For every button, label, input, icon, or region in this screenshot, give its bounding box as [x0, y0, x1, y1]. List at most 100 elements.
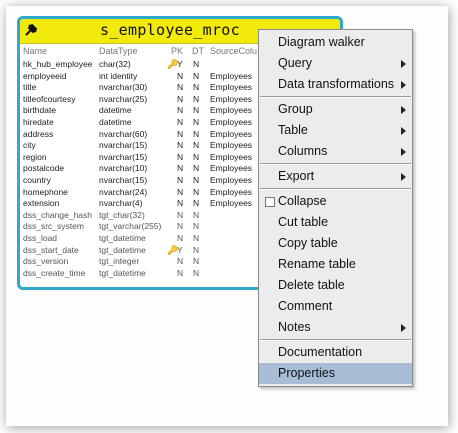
column-datatype: int identity — [99, 70, 138, 81]
menu-item-cut-table[interactable]: Cut table — [259, 212, 412, 233]
column-name: country — [23, 174, 51, 185]
column-dt: N — [193, 209, 200, 220]
checkbox-icon[interactable] — [265, 197, 275, 207]
menu-item-label: Documentation — [278, 345, 363, 359]
column-name: dss_start_date — [23, 244, 79, 255]
column-dt: N — [193, 232, 200, 243]
menu-item-label: Properties — [278, 366, 335, 380]
menu-item-columns[interactable]: Columns — [259, 141, 412, 162]
col-header-datatype: DataType — [99, 46, 138, 56]
column-datatype: tgt_datetime — [99, 267, 146, 278]
column-name: hk_hub_employee — [23, 59, 93, 69]
column-dt: N — [193, 267, 200, 278]
key-icon: 🔑 — [167, 59, 179, 69]
column-datatype: nvarchar(25) — [99, 93, 148, 104]
menu-item-label: Cut table — [278, 215, 329, 229]
column-datatype: datetime — [99, 116, 132, 127]
column-name: dss_version — [23, 256, 69, 267]
column-dt: N — [193, 93, 200, 104]
menu-item-comment[interactable]: Comment — [259, 296, 412, 317]
menu-item-notes[interactable]: Notes — [259, 317, 412, 338]
column-dt: N — [193, 70, 200, 81]
menu-item-label: Data transformations — [278, 77, 395, 91]
column-pk: N — [177, 93, 184, 104]
column-dt: N — [193, 256, 200, 267]
menu-item-group[interactable]: Group — [259, 99, 412, 120]
menu-item-label: Comment — [278, 299, 333, 313]
column-pk: N — [177, 209, 184, 220]
column-pk: N — [177, 174, 184, 185]
menu-item-documentation[interactable]: Documentation — [259, 342, 412, 363]
menu-item-label: Rename table — [278, 257, 356, 271]
menu-item-delete-table[interactable]: Delete table — [259, 275, 412, 296]
context-menu[interactable]: Diagram walker Query Data transformations G… — [258, 29, 413, 387]
column-name: city — [23, 140, 36, 151]
column-name: dss_create_time — [23, 267, 86, 278]
column-pk: N — [177, 232, 184, 243]
column-name: hiredate — [23, 116, 54, 127]
column-pk: Y — [177, 244, 183, 255]
column-dt: N — [193, 198, 200, 209]
menu-item-label: Diagram walker — [278, 35, 365, 49]
column-dt: N — [193, 163, 200, 174]
column-datatype: tgt_char(32) — [99, 209, 145, 220]
submenu-arrow-icon — [401, 324, 406, 332]
menu-item-properties[interactable]: Properties — [259, 363, 412, 384]
menu-item-label: Columns — [278, 144, 328, 158]
pin-icon[interactable] — [23, 22, 39, 38]
column-dt: N — [193, 186, 200, 197]
col-header-dt: DT — [192, 46, 204, 56]
column-name: employeeid — [23, 70, 67, 81]
column-name: address — [23, 128, 54, 139]
column-name: dss_src_system — [23, 221, 84, 232]
menu-separator — [260, 188, 411, 190]
menu-item-rename-table[interactable]: Rename table — [259, 254, 412, 275]
menu-separator — [260, 163, 411, 165]
column-datatype: nvarchar(4) — [99, 198, 143, 209]
column-name: titleofcourtesy — [23, 93, 76, 104]
column-dt: N — [193, 128, 200, 139]
menu-item-query[interactable]: Query — [259, 53, 412, 74]
column-dt: N — [193, 174, 200, 185]
column-dt: N — [193, 59, 200, 69]
column-datatype: nvarchar(15) — [99, 174, 148, 185]
menu-item-export[interactable]: Export — [259, 166, 412, 187]
menu-item-data-transformations[interactable]: Data transformations — [259, 74, 412, 95]
column-name: homephone — [23, 186, 68, 197]
column-name: postalcode — [23, 163, 65, 174]
column-pk: N — [177, 70, 184, 81]
menu-item-label: Copy table — [278, 236, 338, 250]
column-pk: N — [177, 116, 184, 127]
column-datatype: nvarchar(15) — [99, 151, 148, 162]
menu-item-diagram-walker[interactable]: Diagram walker — [259, 32, 412, 53]
submenu-arrow-icon — [401, 173, 406, 181]
column-name: birthdate — [23, 105, 57, 116]
menu-item-copy-table[interactable]: Copy table — [259, 233, 412, 254]
menu-item-collapse[interactable]: Collapse — [259, 191, 412, 212]
column-dt: N — [193, 116, 200, 127]
submenu-arrow-icon — [401, 106, 406, 114]
column-datatype: tgt_varchar(255) — [99, 221, 162, 232]
column-name: dss_change_hash — [23, 209, 93, 220]
menu-item-label: Table — [278, 123, 308, 137]
column-name: dss_load — [23, 232, 58, 243]
column-datatype: nvarchar(15) — [99, 140, 148, 151]
menu-item-label: Notes — [278, 320, 311, 334]
menu-item-table[interactable]: Table — [259, 120, 412, 141]
menu-item-label: Export — [278, 169, 315, 183]
submenu-arrow-icon — [401, 81, 406, 89]
table-title: s_employee_mroc — [100, 21, 240, 39]
column-datatype: tgt_datetime — [99, 232, 146, 243]
column-pk: N — [177, 186, 184, 197]
column-dt: N — [193, 105, 200, 116]
key-icon: 🔑 — [167, 244, 179, 255]
column-dt: N — [193, 82, 200, 93]
menu-item-label: Query — [278, 56, 313, 70]
column-datatype: datetime — [99, 105, 132, 116]
submenu-arrow-icon — [401, 127, 406, 135]
column-pk: N — [177, 163, 184, 174]
column-datatype: char(32) — [99, 59, 131, 69]
col-header-name: Name — [23, 46, 48, 56]
column-dt: N — [193, 140, 200, 151]
menu-separator — [260, 96, 411, 98]
